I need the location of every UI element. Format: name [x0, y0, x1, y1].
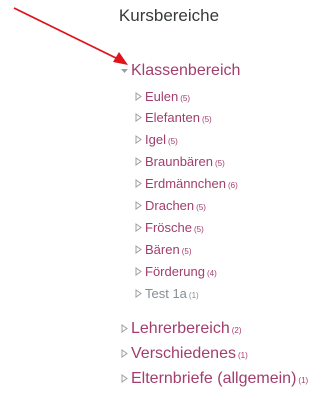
category-verschiedenes[interactable]: Verschiedenes (1): [120, 345, 248, 363]
caret-down-icon[interactable]: [120, 66, 131, 75]
subcategory-braunbaeren[interactable]: Braunbären (5): [134, 154, 225, 169]
category-label[interactable]: Erdmännchen: [145, 176, 226, 191]
category-label[interactable]: Elefanten: [145, 110, 200, 125]
subcategory-drachen[interactable]: Drachen (5): [134, 198, 206, 213]
caret-right-icon[interactable]: [120, 324, 131, 333]
caret-right-icon[interactable]: [134, 223, 145, 232]
category-label[interactable]: Bären: [145, 242, 180, 257]
caret-right-icon[interactable]: [134, 135, 145, 144]
course-count: (1): [298, 376, 309, 385]
category-label[interactable]: Igel: [145, 132, 166, 147]
course-count: (2): [231, 326, 242, 335]
caret-right-icon[interactable]: [134, 289, 145, 298]
subcategory-froesche[interactable]: Frösche (5): [134, 220, 204, 235]
caret-right-icon[interactable]: [120, 374, 131, 383]
category-label[interactable]: Verschiedenes: [131, 345, 236, 363]
course-count: (5): [196, 203, 206, 212]
caret-right-icon[interactable]: [134, 245, 145, 254]
caret-right-icon[interactable]: [134, 157, 145, 166]
category-label[interactable]: Klassenbereich: [131, 62, 240, 80]
course-count: (5): [214, 159, 225, 168]
category-label[interactable]: Drachen: [145, 198, 194, 213]
category-label[interactable]: Förderung: [145, 264, 205, 279]
course-count: (5): [180, 94, 191, 103]
category-label[interactable]: Lehrerbereich: [131, 320, 230, 338]
caret-right-icon[interactable]: [134, 201, 145, 210]
course-count: (5): [167, 137, 178, 146]
subcategory-eulen[interactable]: Eulen (5): [134, 89, 190, 104]
caret-right-icon[interactable]: [134, 179, 145, 188]
course-count: (5): [201, 115, 212, 124]
category-label[interactable]: Eulen: [145, 89, 178, 104]
category-lehrerbereich[interactable]: Lehrerbereich (2): [120, 320, 242, 338]
subcategory-erdmaennchen[interactable]: Erdmännchen (6): [134, 176, 238, 191]
caret-right-icon[interactable]: [134, 92, 145, 101]
course-count: (4): [206, 269, 217, 278]
course-count: (1): [188, 291, 199, 300]
subcategory-elefanten[interactable]: Elefanten (5): [134, 110, 212, 125]
category-label[interactable]: Frösche: [145, 220, 192, 235]
course-count: (5): [181, 247, 192, 256]
caret-right-icon[interactable]: [134, 267, 145, 276]
subcategory-baeren[interactable]: Bären (5): [134, 242, 191, 257]
category-label[interactable]: Test 1a: [145, 286, 187, 301]
course-count: (1): [237, 351, 248, 360]
category-klassenbereich[interactable]: Klassenbereich: [120, 62, 240, 80]
caret-right-icon[interactable]: [120, 349, 131, 358]
category-elternbriefe[interactable]: Elternbriefe (allgemein) (1): [120, 370, 308, 388]
subcategory-foerderung[interactable]: Förderung (4): [134, 264, 217, 279]
subcategory-test-1a[interactable]: Test 1a (1): [134, 286, 199, 301]
course-count: (5): [193, 225, 204, 234]
caret-right-icon[interactable]: [134, 113, 145, 122]
category-label[interactable]: Braunbären: [145, 154, 213, 169]
course-count: (6): [227, 181, 238, 190]
category-label[interactable]: Elternbriefe (allgemein): [131, 370, 296, 388]
subcategory-igel[interactable]: Igel (5): [134, 132, 178, 147]
